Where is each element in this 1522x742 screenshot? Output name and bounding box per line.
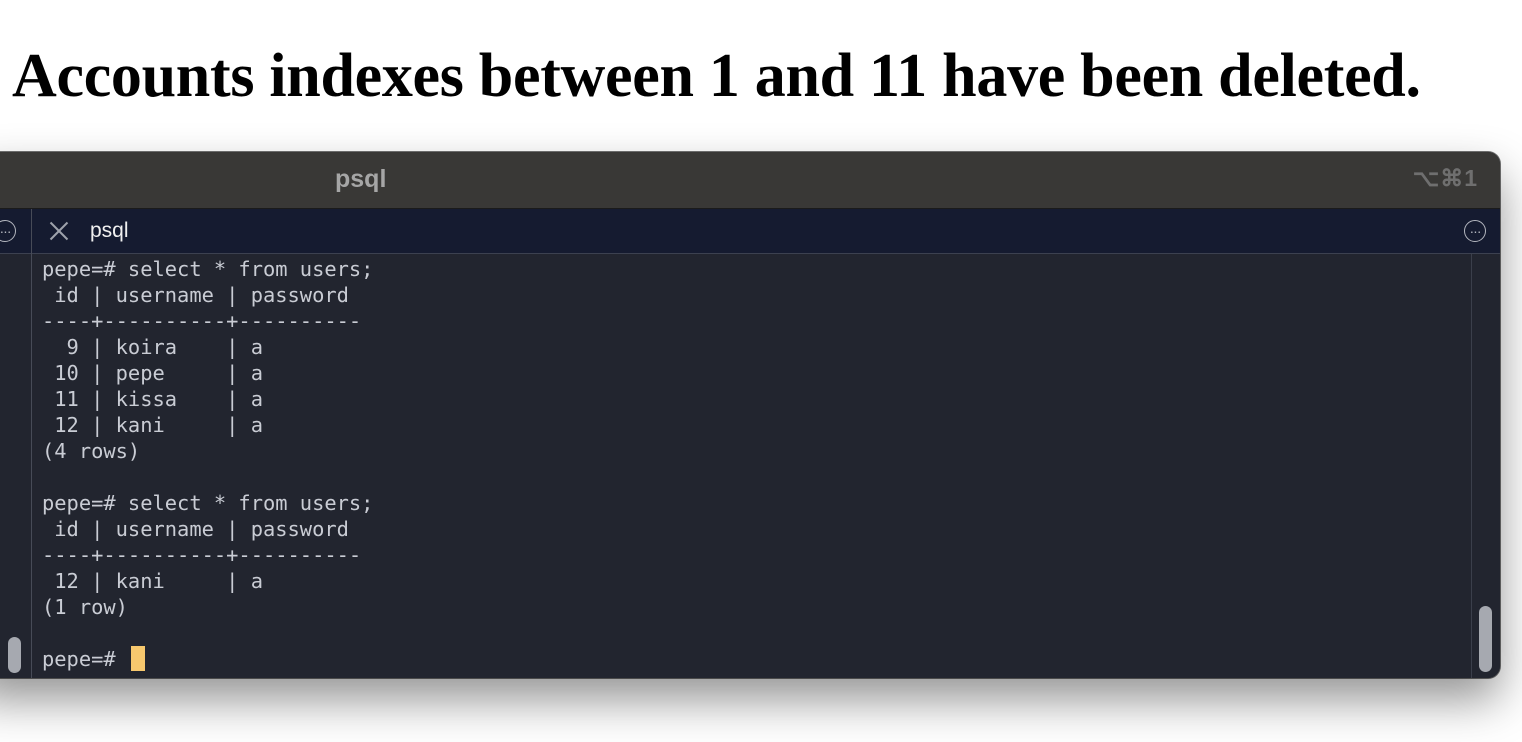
tab-bar: psql ··· (0, 209, 1500, 254)
terminal-cursor (130, 646, 145, 671)
left-pane-scroll-thumb[interactable] (8, 637, 21, 673)
left-pane: ··· (0, 209, 32, 678)
terminal-line: id | username | password (42, 283, 349, 307)
left-pane-tab-strip: ··· (0, 209, 31, 254)
tab-psql[interactable]: psql (31, 209, 331, 253)
terminal-line: id | username | password (42, 517, 349, 541)
scrollbar-thumb[interactable] (1479, 606, 1492, 672)
window-titlebar[interactable]: psql ⌥⌘1 (0, 152, 1500, 209)
tab-label: psql (90, 219, 129, 242)
terminal-line: pepe=# select * from users; (42, 491, 374, 515)
terminal-line: 11 | kissa | a (42, 387, 263, 411)
terminal-output[interactable]: pepe=# select * from users; id | usernam… (42, 256, 1460, 678)
more-icon[interactable]: ··· (0, 220, 16, 242)
terminal-window: psql ⌥⌘1 psql ··· ··· pepe=# select * fr… (0, 152, 1500, 678)
close-icon[interactable] (47, 219, 71, 243)
terminal-line: (4 rows) (42, 439, 141, 463)
more-icon[interactable]: ··· (1464, 220, 1486, 242)
window-shortcut: ⌥⌘1 (1412, 165, 1478, 191)
prompt-line: pepe=# (42, 646, 1460, 672)
terminal-line: 9 | koira | a (42, 335, 263, 359)
scrollbar-track[interactable] (1471, 254, 1500, 678)
terminal-line: 12 | kani | a (42, 569, 263, 593)
window-title: psql (335, 165, 387, 193)
terminal-line: 10 | pepe | a (42, 361, 263, 385)
terminal-line: (1 row) (42, 595, 128, 619)
terminal-line: 12 | kani | a (42, 413, 263, 437)
terminal-line: pepe=# select * from users; (42, 257, 374, 281)
page-heading: Accounts indexes between 1 and 11 have b… (12, 42, 1421, 110)
terminal-line: ----+----------+---------- (42, 543, 362, 567)
terminal-line: ----+----------+---------- (42, 309, 362, 333)
